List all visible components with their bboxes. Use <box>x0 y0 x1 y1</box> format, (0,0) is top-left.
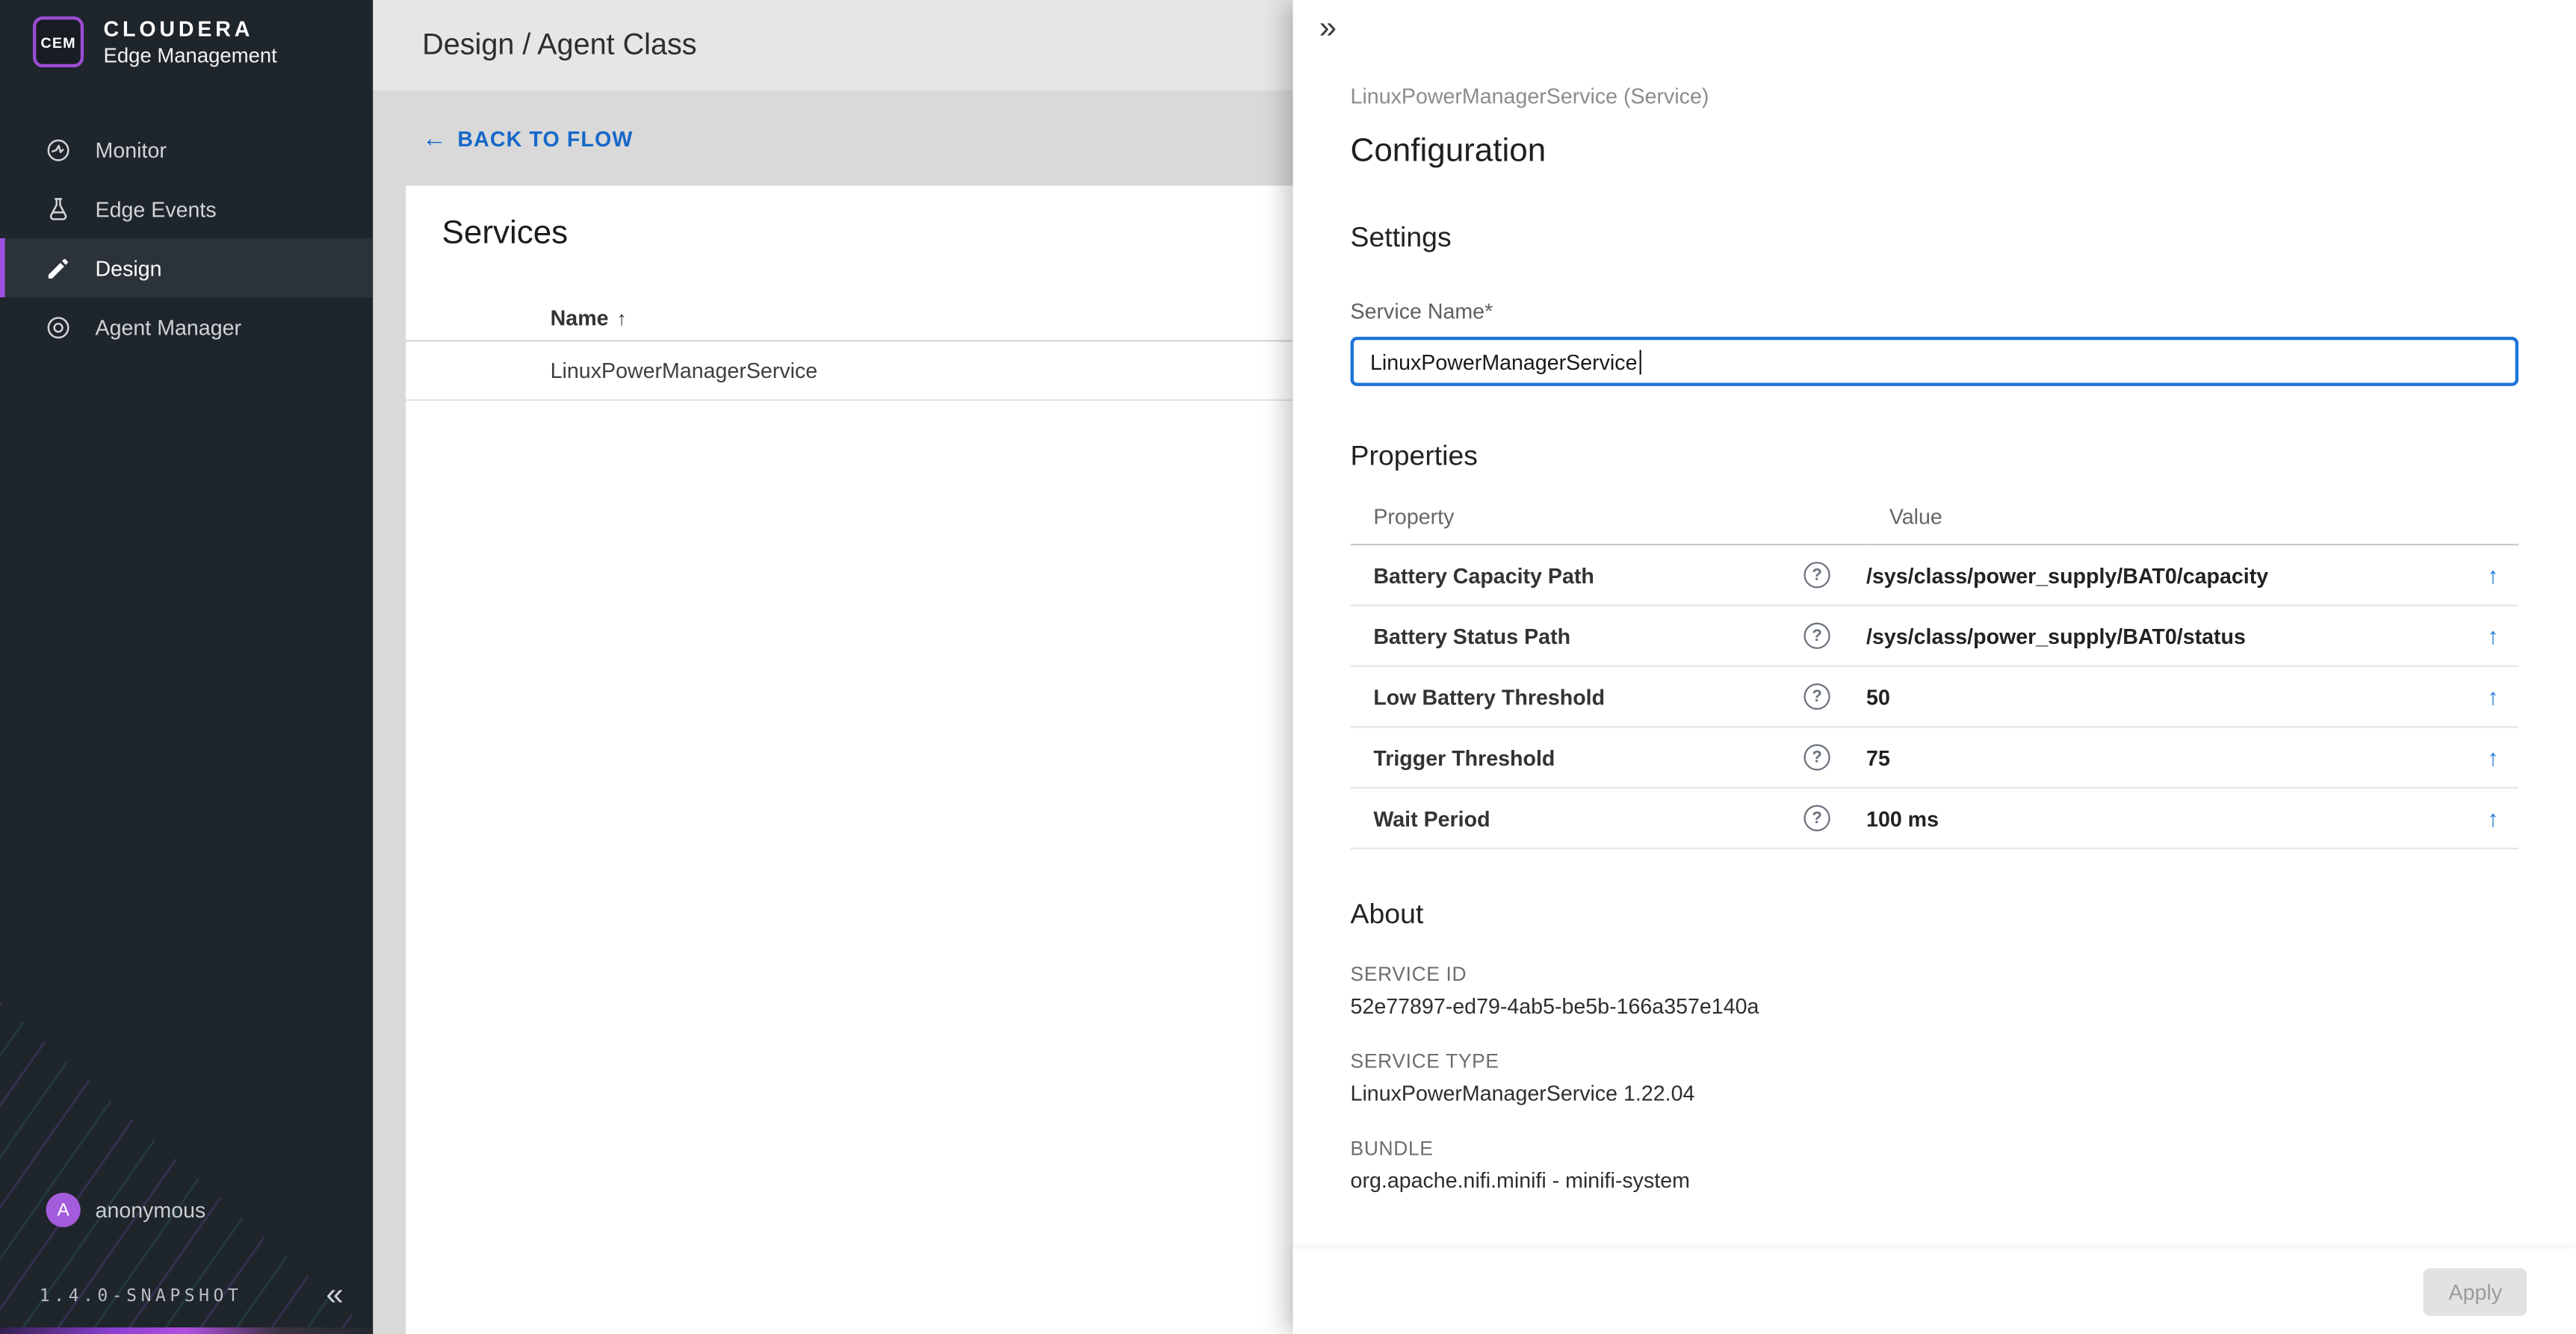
back-to-flow-link[interactable]: ← BACK TO FLOW <box>422 124 633 152</box>
property-row: Trigger Threshold ? 75 ↑ <box>1351 727 2518 787</box>
property-name: Low Battery Threshold <box>1373 684 1605 709</box>
sidebar-item-agent-manager[interactable]: Agent Manager <box>0 297 373 356</box>
panel-title: Configuration <box>1351 133 2518 171</box>
help-icon[interactable]: ? <box>1803 623 1830 649</box>
help-icon[interactable]: ? <box>1803 562 1830 588</box>
properties-table: Property Value Battery Capacity Path ? /… <box>1351 504 2518 849</box>
properties-header-row: Property Value <box>1351 504 2518 545</box>
goto-parameter-icon[interactable]: ↑ <box>2487 562 2498 588</box>
sidebar-bottom: A anonymous 1.4.0-SNAPSHOT « <box>0 1193 373 1334</box>
settings-heading: Settings <box>1351 222 2518 255</box>
service-name-label: Service Name* <box>1351 299 2518 323</box>
sidebar-item-edge-events[interactable]: Edge Events <box>0 179 373 238</box>
service-id-value: 52e77897-ed79-4ab5-be5b-166a357e140a <box>1351 994 2518 1019</box>
sidebar-item-label: Edge Events <box>96 196 217 221</box>
help-icon[interactable]: ? <box>1803 805 1830 831</box>
property-name: Battery Capacity Path <box>1373 562 1594 587</box>
panel-subtitle: LinuxPowerManagerService (Service) <box>1351 0 2518 108</box>
back-arrow-icon: ← <box>422 124 448 152</box>
about-heading: About <box>1351 899 2518 931</box>
apply-button[interactable]: Apply <box>2424 1268 2527 1315</box>
goto-parameter-icon[interactable]: ↑ <box>2487 683 2498 710</box>
goto-parameter-icon[interactable]: ↑ <box>2487 744 2498 770</box>
design-pen-icon <box>43 253 72 283</box>
sidebar-item-label: Agent Manager <box>96 314 242 339</box>
user-chip[interactable]: A anonymous <box>0 1193 373 1227</box>
service-id-label: SERVICE ID <box>1351 963 2518 986</box>
property-row: Battery Capacity Path ? /sys/class/power… <box>1351 545 2518 605</box>
service-type-label: SERVICE TYPE <box>1351 1049 2518 1073</box>
cem-logo-text: CEM <box>40 34 75 50</box>
property-value: 50 <box>1866 684 1890 709</box>
property-value: /sys/class/power_supply/BAT0/capacity <box>1866 562 2268 587</box>
service-name-value: LinuxPowerManagerService <box>1370 349 1638 373</box>
property-row: Low Battery Threshold ? 50 ↑ <box>1351 666 2518 727</box>
back-to-flow-label: BACK TO FLOW <box>457 125 633 150</box>
panel-footer: Apply <box>1293 1249 2576 1334</box>
goto-parameter-icon[interactable]: ↑ <box>2487 805 2498 831</box>
sidebar: CEM CLOUDERA Edge Management Monitor <box>0 0 373 1334</box>
flask-icon <box>43 194 72 224</box>
target-icon <box>43 312 72 342</box>
collapse-sidebar-icon[interactable]: « <box>326 1279 343 1311</box>
version-row: 1.4.0-SNAPSHOT « <box>0 1279 373 1334</box>
name-column-label: Name <box>551 305 609 330</box>
bundle-value: org.apache.nifi.minifi - minifi-system <box>1351 1168 2518 1193</box>
property-value: 75 <box>1866 745 1890 769</box>
property-value: 100 ms <box>1866 806 1939 831</box>
property-value: /sys/class/power_supply/BAT0/status <box>1866 624 2246 648</box>
help-icon[interactable]: ? <box>1803 683 1830 710</box>
brand: CEM CLOUDERA Edge Management <box>0 0 373 67</box>
bundle-group: BUNDLE org.apache.nifi.minifi - minifi-s… <box>1351 1137 2518 1193</box>
service-id-group: SERVICE ID 52e77897-ed79-4ab5-be5b-166a3… <box>1351 963 2518 1019</box>
avatar: A <box>46 1193 81 1227</box>
goto-parameter-icon[interactable]: ↑ <box>2487 623 2498 649</box>
properties-heading: Properties <box>1351 440 2518 473</box>
monitor-icon <box>43 134 72 164</box>
breadcrumb: Design / Agent Class <box>422 28 696 62</box>
collapse-panel-icon[interactable]: » <box>1319 13 1337 45</box>
property-row: Battery Status Path ? /sys/class/power_s… <box>1351 606 2518 666</box>
sidebar-item-monitor[interactable]: Monitor <box>0 120 373 179</box>
property-name: Trigger Threshold <box>1373 745 1555 769</box>
help-icon[interactable]: ? <box>1803 744 1830 770</box>
property-column-header: Property <box>1351 504 1866 545</box>
sidebar-nav: Monitor Edge Events <box>0 120 373 357</box>
sidebar-item-label: Design <box>96 255 162 280</box>
bundle-label: BUNDLE <box>1351 1137 2518 1160</box>
brand-product: Edge Management <box>104 44 277 67</box>
property-row: Wait Period ? 100 ms ↑ <box>1351 788 2518 849</box>
property-name: Battery Status Path <box>1373 624 1570 648</box>
sidebar-item-label: Monitor <box>96 137 167 162</box>
panel-content: » LinuxPowerManagerService (Service) Con… <box>1293 0 2576 1249</box>
app-root: CEM CLOUDERA Edge Management Monitor <box>0 0 2576 1334</box>
service-type-group: SERVICE TYPE LinuxPowerManagerService 1.… <box>1351 1049 2518 1105</box>
service-type-value: LinuxPowerManagerService 1.22.04 <box>1351 1081 2518 1105</box>
cem-logo-icon: CEM <box>33 16 84 67</box>
text-caret <box>1639 349 1641 373</box>
property-name: Wait Period <box>1373 806 1490 831</box>
version-label: 1.4.0-SNAPSHOT <box>40 1285 243 1305</box>
configuration-panel: » LinuxPowerManagerService (Service) Con… <box>1293 0 2576 1334</box>
service-name-input[interactable]: LinuxPowerManagerService <box>1351 337 2518 386</box>
value-column-header: Value <box>1866 504 2518 545</box>
brand-name: CLOUDERA <box>104 16 277 41</box>
sidebar-item-design[interactable]: Design <box>0 238 373 297</box>
user-name: anonymous <box>96 1197 206 1222</box>
sidebar-accent-bar <box>0 1327 373 1334</box>
sort-ascending-icon: ↑ <box>617 306 627 329</box>
brand-text: CLOUDERA Edge Management <box>104 16 277 67</box>
